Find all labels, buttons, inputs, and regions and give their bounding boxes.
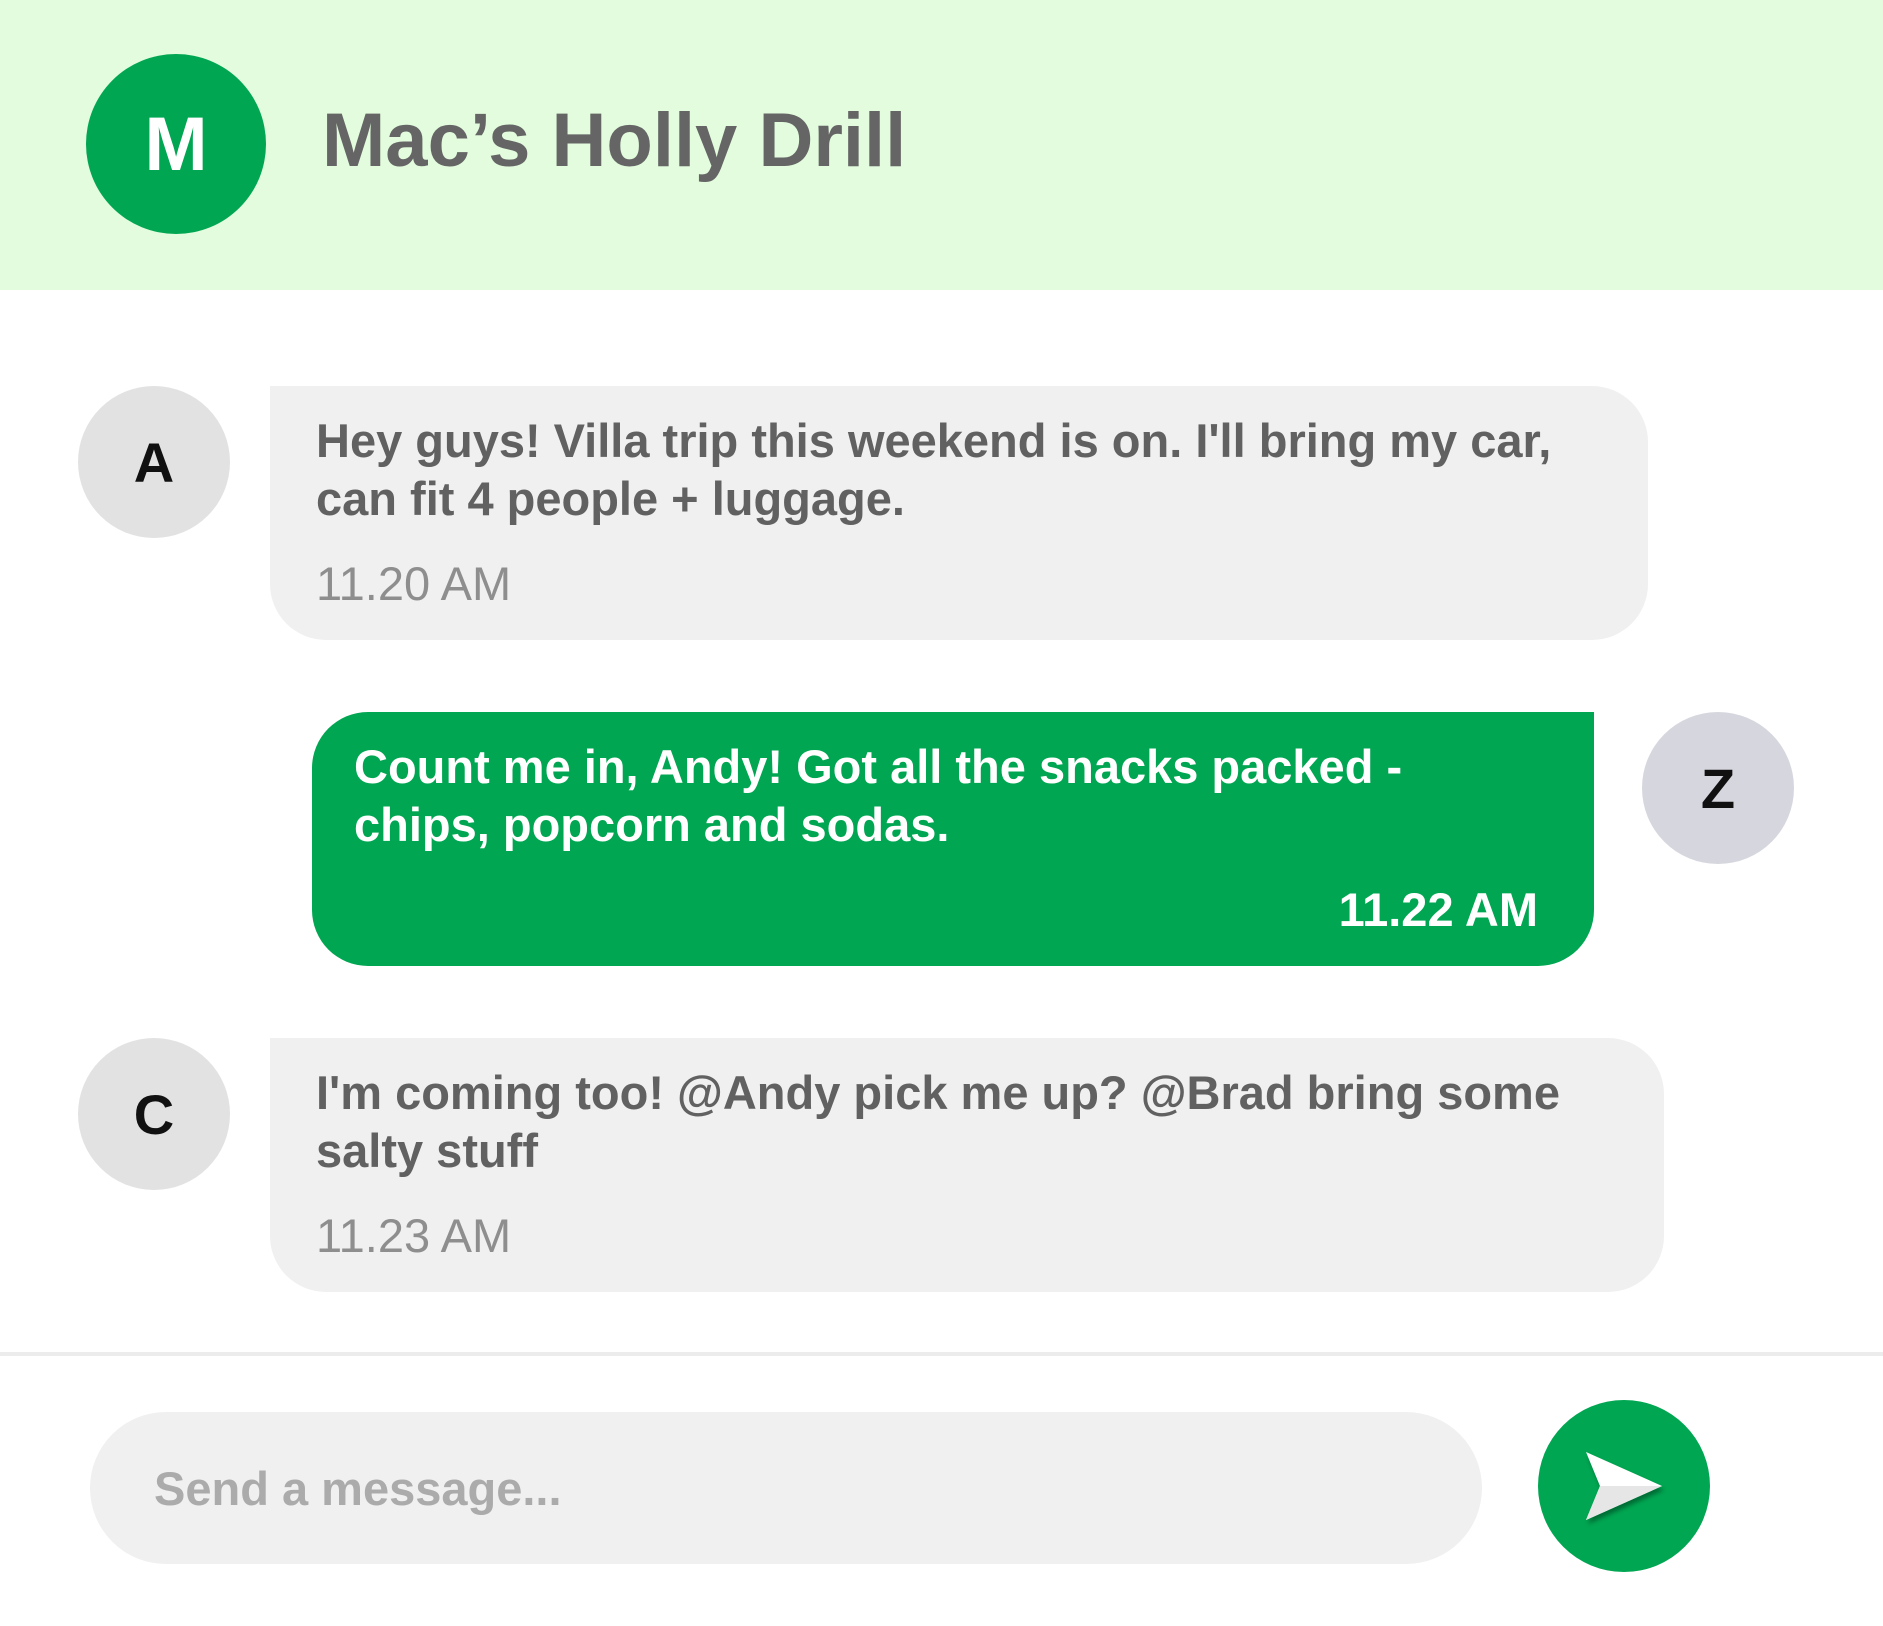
composer-divider [0,1352,1883,1356]
paper-plane-icon [1586,1452,1662,1520]
chat-header: M Mac’s Holly Drill [0,0,1883,290]
message-bubble: I'm coming too! @Andy pick me up? @Brad … [270,1038,1664,1292]
message-bubble-own: Count me in, Andy! Got all the snacks pa… [312,712,1594,966]
sender-avatar-a[interactable]: A [78,386,230,538]
own-avatar-z[interactable]: Z [1642,712,1794,864]
message-input[interactable] [90,1412,1482,1564]
message-text: Count me in, Andy! Got all the snacks pa… [354,740,1403,851]
group-avatar[interactable]: M [86,54,266,234]
chat-window: M Mac’s Holly Drill A Hey guys! Villa tr… [0,0,1883,1626]
message-bubble: Hey guys! Villa trip this weekend is on.… [270,386,1648,640]
chat-title: Mac’s Holly Drill [322,98,907,183]
send-button[interactable] [1538,1400,1710,1572]
message-timestamp: 11.22 AM [1338,883,1538,936]
message-timestamp: 11.23 AM [316,1209,512,1262]
sender-avatar-c[interactable]: C [78,1038,230,1190]
message-timestamp: 11.20 AM [316,557,512,610]
message-text: Hey guys! Villa trip this weekend is on.… [316,414,1552,525]
message-text: I'm coming too! @Andy pick me up? @Brad … [316,1066,1560,1177]
